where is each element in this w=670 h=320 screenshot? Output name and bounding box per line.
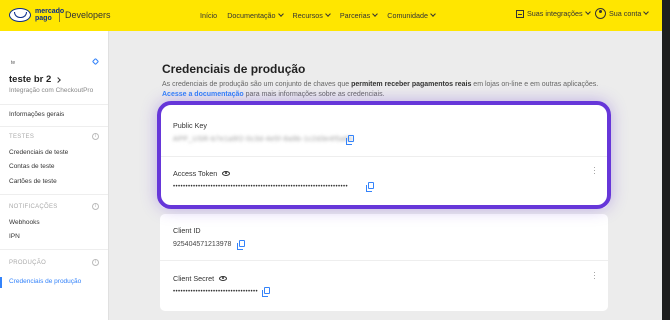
- chevron-down-icon: [277, 11, 284, 17]
- sidebar-item-ipn[interactable]: IPN: [9, 233, 20, 240]
- public-key-value: APP_USR-b7e1a9f2-0c3d-4e5f-8a9b-1c2d3e4f…: [173, 136, 353, 143]
- chevron-down-icon: [643, 9, 650, 15]
- sidebar-item-test-credentials[interactable]: Credenciais de teste: [9, 149, 68, 156]
- chevron-down-icon: [372, 11, 379, 17]
- nav-label: Recursos: [292, 11, 323, 20]
- sidebar-divider: [0, 104, 108, 105]
- app-frame: mercado pago Developers Início Documenta…: [0, 0, 662, 320]
- handshake-logo-icon: [9, 8, 31, 22]
- client-id-value: 925404571213978: [173, 241, 232, 248]
- nav-label: Documentação: [227, 11, 276, 20]
- client-secret-value: ••••••••••••••••••••••••••••••••••: [173, 289, 259, 295]
- public-key-label: Public Key: [173, 121, 207, 130]
- page-description: As credenciais de produção são um conjun…: [162, 80, 622, 100]
- app-badge: te: [11, 60, 16, 66]
- main-nav: Início Documentação Recursos Parcerias C…: [200, 11, 445, 20]
- desc-text: para mais informações sobre as credencia…: [243, 91, 385, 98]
- logo-divider: [59, 9, 60, 22]
- integrations-icon: [516, 9, 524, 18]
- product-name: Developers: [65, 10, 111, 20]
- section-production: PRODUÇÃO: [9, 260, 47, 266]
- sidebar-divider: [0, 249, 108, 250]
- info-icon[interactable]: i: [92, 203, 99, 210]
- mercadopago-logo[interactable]: mercado pago: [9, 8, 64, 22]
- desc-bold: permitem receber pagamentos reais: [351, 81, 472, 88]
- integrations-menu[interactable]: Suas integrações: [516, 9, 591, 18]
- more-options-icon[interactable]: · · ·: [593, 163, 596, 178]
- scrollbar[interactable]: [662, 0, 670, 320]
- sidebar: te teste br 2 Integração com CheckoutPro…: [0, 31, 109, 320]
- sidebar-item-test-accounts[interactable]: Contas de teste: [9, 163, 55, 170]
- edit-pencil-icon[interactable]: [91, 57, 100, 66]
- documentation-link[interactable]: Acesse a documentação: [162, 91, 244, 98]
- nav-inicio[interactable]: Início: [200, 11, 217, 20]
- access-token-label: Access Token: [173, 169, 231, 178]
- copy-icon[interactable]: [237, 240, 245, 250]
- nav-comunidade[interactable]: Comunidade: [387, 11, 436, 20]
- copy-icon[interactable]: [262, 287, 270, 297]
- nav-label: Comunidade: [387, 11, 429, 20]
- chevron-down-icon: [430, 11, 436, 17]
- nav-recursos[interactable]: Recursos: [292, 11, 331, 20]
- app-subtitle: Integração com CheckoutPro: [9, 87, 94, 94]
- chevron-down-icon: [325, 11, 331, 17]
- client-credentials-card: Client ID 925404571213978 Client Secret …: [160, 214, 608, 311]
- copy-icon[interactable]: [346, 135, 354, 145]
- client-id-label: Client ID: [173, 226, 201, 235]
- nav-documentacao[interactable]: Documentação: [227, 11, 284, 20]
- chevron-right-icon: [55, 76, 62, 83]
- info-icon[interactable]: i: [92, 133, 99, 140]
- desc-text: em lojas on-line e em outras aplicações.: [471, 81, 599, 88]
- info-icon[interactable]: i: [92, 259, 99, 266]
- more-options-icon[interactable]: · · ·: [593, 268, 596, 283]
- show-eye-icon[interactable]: [219, 276, 228, 281]
- account-label: Sua conta: [609, 9, 642, 18]
- client-secret-label: Client Secret: [173, 274, 228, 283]
- sidebar-item-general-info[interactable]: Informações gerais: [9, 111, 64, 118]
- row-divider: [160, 260, 608, 261]
- nav-label: Parcerias: [339, 11, 371, 20]
- row-divider: [160, 156, 608, 157]
- sidebar-divider: [0, 126, 108, 127]
- section-tests: TESTES: [9, 134, 35, 140]
- label-text: Public Key: [173, 121, 207, 130]
- top-header: mercado pago Developers Início Documenta…: [0, 0, 662, 31]
- nav-label: Início: [200, 11, 218, 20]
- user-avatar-icon: [595, 8, 606, 19]
- desc-text: As credenciais de produção são um conjun…: [162, 81, 352, 88]
- integrations-label: Suas integrações: [527, 9, 583, 18]
- access-token-value: ••••••••••••••••••••••••••••••••••••••••…: [173, 184, 349, 190]
- public-credentials-card: Public Key APP_USR-b7e1a9f2-0c3d-4e5f-8a…: [160, 104, 608, 208]
- page-title: Credenciais de produção: [162, 62, 306, 76]
- sidebar-divider: [0, 194, 108, 195]
- nav-parcerias[interactable]: Parcerias: [339, 11, 379, 20]
- show-eye-icon[interactable]: [222, 171, 231, 176]
- section-notifications: NOTIFICAÇÕES: [9, 204, 58, 210]
- label-text: Client Secret: [173, 274, 215, 283]
- account-menu[interactable]: Sua conta: [595, 8, 650, 19]
- copy-icon[interactable]: [366, 182, 374, 192]
- label-text: Access Token: [173, 169, 218, 178]
- active-indicator: [0, 277, 2, 288]
- app-name: teste br 2: [9, 74, 52, 85]
- chevron-down-icon: [584, 9, 591, 15]
- sidebar-item-test-cards[interactable]: Cartões de teste: [9, 178, 57, 185]
- label-text: Client ID: [173, 226, 201, 235]
- sidebar-item-webhooks[interactable]: Webhooks: [9, 219, 40, 226]
- sidebar-item-production-credentials[interactable]: Credenciais de produção: [9, 278, 81, 285]
- app-name-selector[interactable]: teste br 2: [9, 74, 62, 85]
